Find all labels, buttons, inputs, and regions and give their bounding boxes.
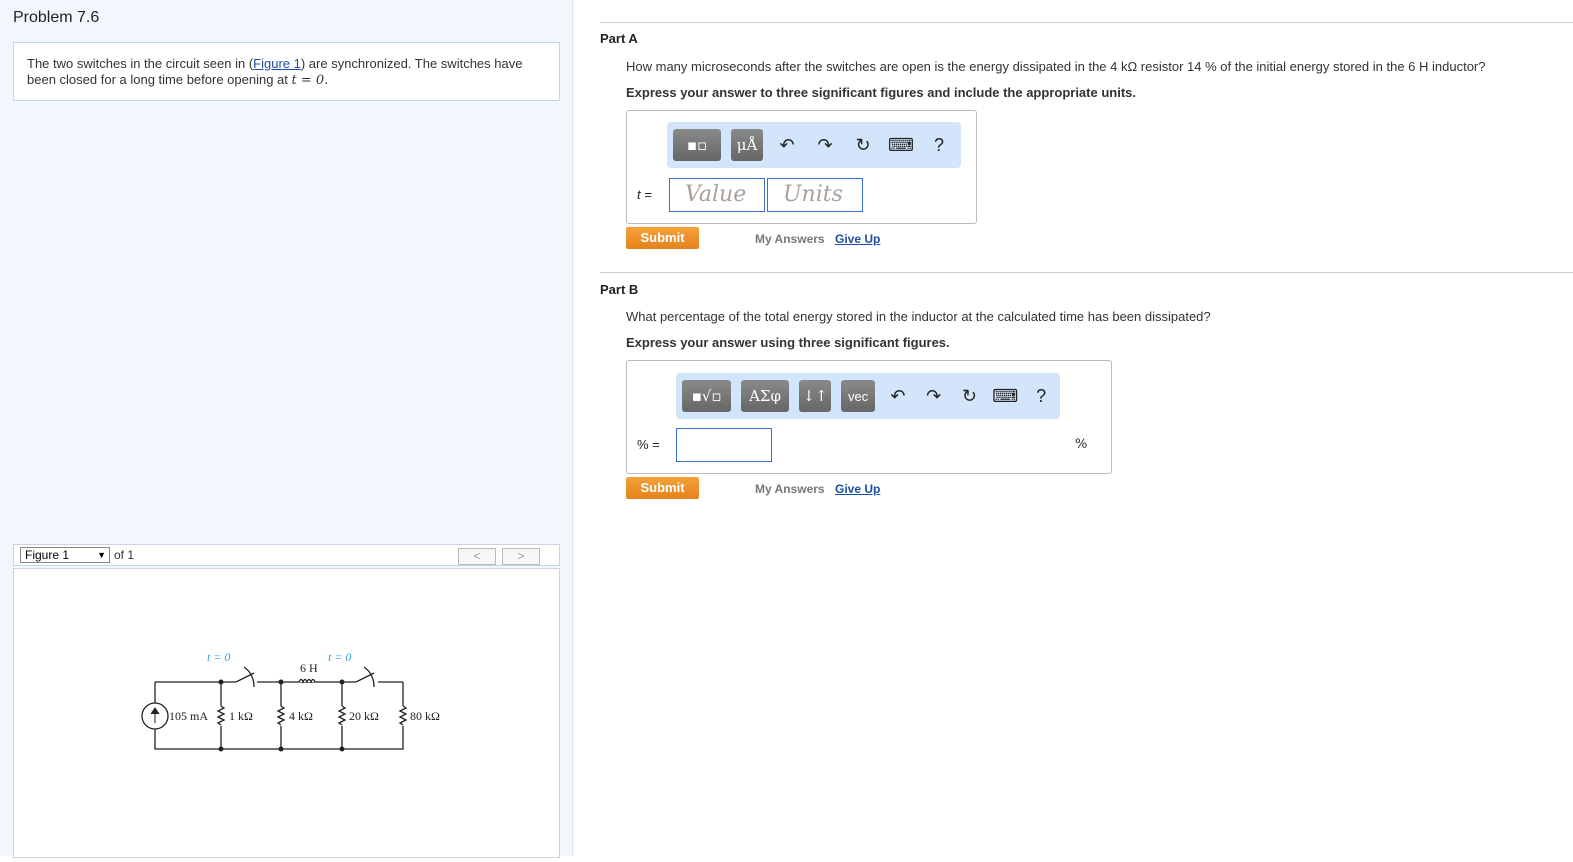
- part-a-my-answers-link[interactable]: My Answers: [755, 232, 825, 246]
- units-input[interactable]: Units: [767, 178, 863, 212]
- templates-button[interactable]: ▪▫: [673, 129, 721, 161]
- part-b-give-up-link[interactable]: Give Up: [835, 482, 880, 496]
- figure-navigator: Figure 1 ▼ of 1 < >: [13, 544, 560, 566]
- part-b-question: What percentage of the total energy stor…: [626, 309, 1211, 324]
- r4-label: 80 kΩ: [410, 709, 440, 723]
- keyboard-icon[interactable]: ⌨: [887, 135, 915, 156]
- part-a-toolbar: ▪▫ μÅ ↶ ↷ ↻ ⌨ ?: [667, 122, 961, 168]
- switch-1-label: t = 0: [207, 650, 230, 664]
- intro-math: t = 0.: [291, 73, 329, 88]
- help-button[interactable]: ?: [925, 135, 953, 156]
- divider: [600, 272, 1573, 273]
- templates-button[interactable]: ▪√▫: [682, 380, 732, 412]
- problem-panel: Problem 7.6 The two switches in the circ…: [0, 0, 573, 858]
- figure-panel: t = 0 t = 0 6 H 105 mA 1 kΩ 4 kΩ 20 kΩ 8…: [13, 568, 560, 858]
- t-label: t =: [637, 187, 652, 202]
- circuit-diagram: t = 0 t = 0 6 H 105 mA 1 kΩ 4 kΩ 20 kΩ 8…: [141, 650, 440, 752]
- percent-input[interactable]: [676, 428, 772, 462]
- intro-text: The two switches in the circuit seen in …: [27, 56, 254, 71]
- vector-button[interactable]: vec: [841, 380, 876, 412]
- keyboard-icon[interactable]: ⌨: [992, 386, 1018, 407]
- percent-label: % =: [637, 437, 660, 452]
- switch-2-label: t = 0: [328, 650, 351, 664]
- part-a-give-up-link[interactable]: Give Up: [835, 232, 880, 246]
- next-figure-button[interactable]: >: [502, 548, 540, 565]
- part-a-submit-button[interactable]: Submit: [626, 227, 699, 249]
- problem-title: Problem 7.6: [13, 9, 100, 26]
- figure-select-value: Figure 1: [25, 548, 70, 562]
- figure-select[interactable]: Figure 1 ▼: [20, 547, 110, 563]
- part-b-title: Part B: [600, 282, 639, 297]
- part-b-toolbar: ▪√▫ ΑΣφ ↓↑ vec ↶ ↷ ↻ ⌨ ?: [676, 373, 1060, 419]
- problem-intro: The two switches in the circuit seen in …: [13, 42, 560, 101]
- redo-icon[interactable]: ↷: [811, 135, 839, 156]
- part-a-title: Part A: [600, 31, 638, 46]
- part-b-submit-button[interactable]: Submit: [626, 477, 699, 499]
- r3-label: 20 kΩ: [349, 709, 379, 723]
- reset-icon[interactable]: ↻: [849, 135, 877, 156]
- part-b-instruction: Express your answer using three signific…: [626, 335, 950, 350]
- reset-icon[interactable]: ↻: [957, 386, 983, 407]
- dropdown-arrow-icon: ▼: [97, 550, 106, 560]
- arrows-button[interactable]: ↓↑: [799, 380, 832, 412]
- prev-figure-button[interactable]: <: [458, 548, 496, 565]
- inductor-symbol: [298, 678, 316, 684]
- units-button[interactable]: μÅ: [731, 129, 763, 161]
- redo-icon[interactable]: ↷: [921, 386, 947, 407]
- inductor-label: 6 H: [300, 661, 318, 675]
- help-button[interactable]: ?: [1028, 386, 1054, 407]
- part-b-answer-box: ▪√▫ ΑΣφ ↓↑ vec ↶ ↷ ↻ ⌨ ? % = %: [626, 360, 1112, 474]
- r2-label: 4 kΩ: [289, 709, 313, 723]
- part-a-instruction: Express your answer to three significant…: [626, 85, 1136, 100]
- part-b-my-answers-link[interactable]: My Answers: [755, 482, 825, 496]
- percent-unit: %: [1075, 437, 1088, 452]
- figure-link[interactable]: Figure 1: [253, 56, 301, 71]
- source-label: 105 mA: [169, 709, 208, 723]
- value-input[interactable]: Value: [669, 178, 765, 212]
- undo-icon[interactable]: ↶: [773, 135, 801, 156]
- figure-count: of 1: [114, 548, 135, 562]
- divider: [600, 22, 1573, 23]
- parts-panel: Part A How many microseconds after the s…: [574, 0, 1573, 856]
- part-a-question: How many microseconds after the switches…: [626, 59, 1486, 74]
- r1-label: 1 kΩ: [229, 709, 253, 723]
- greek-button[interactable]: ΑΣφ: [741, 380, 790, 412]
- part-a-answer-box: ▪▫ μÅ ↶ ↷ ↻ ⌨ ? t = Value Units: [626, 110, 977, 224]
- undo-icon[interactable]: ↶: [885, 386, 911, 407]
